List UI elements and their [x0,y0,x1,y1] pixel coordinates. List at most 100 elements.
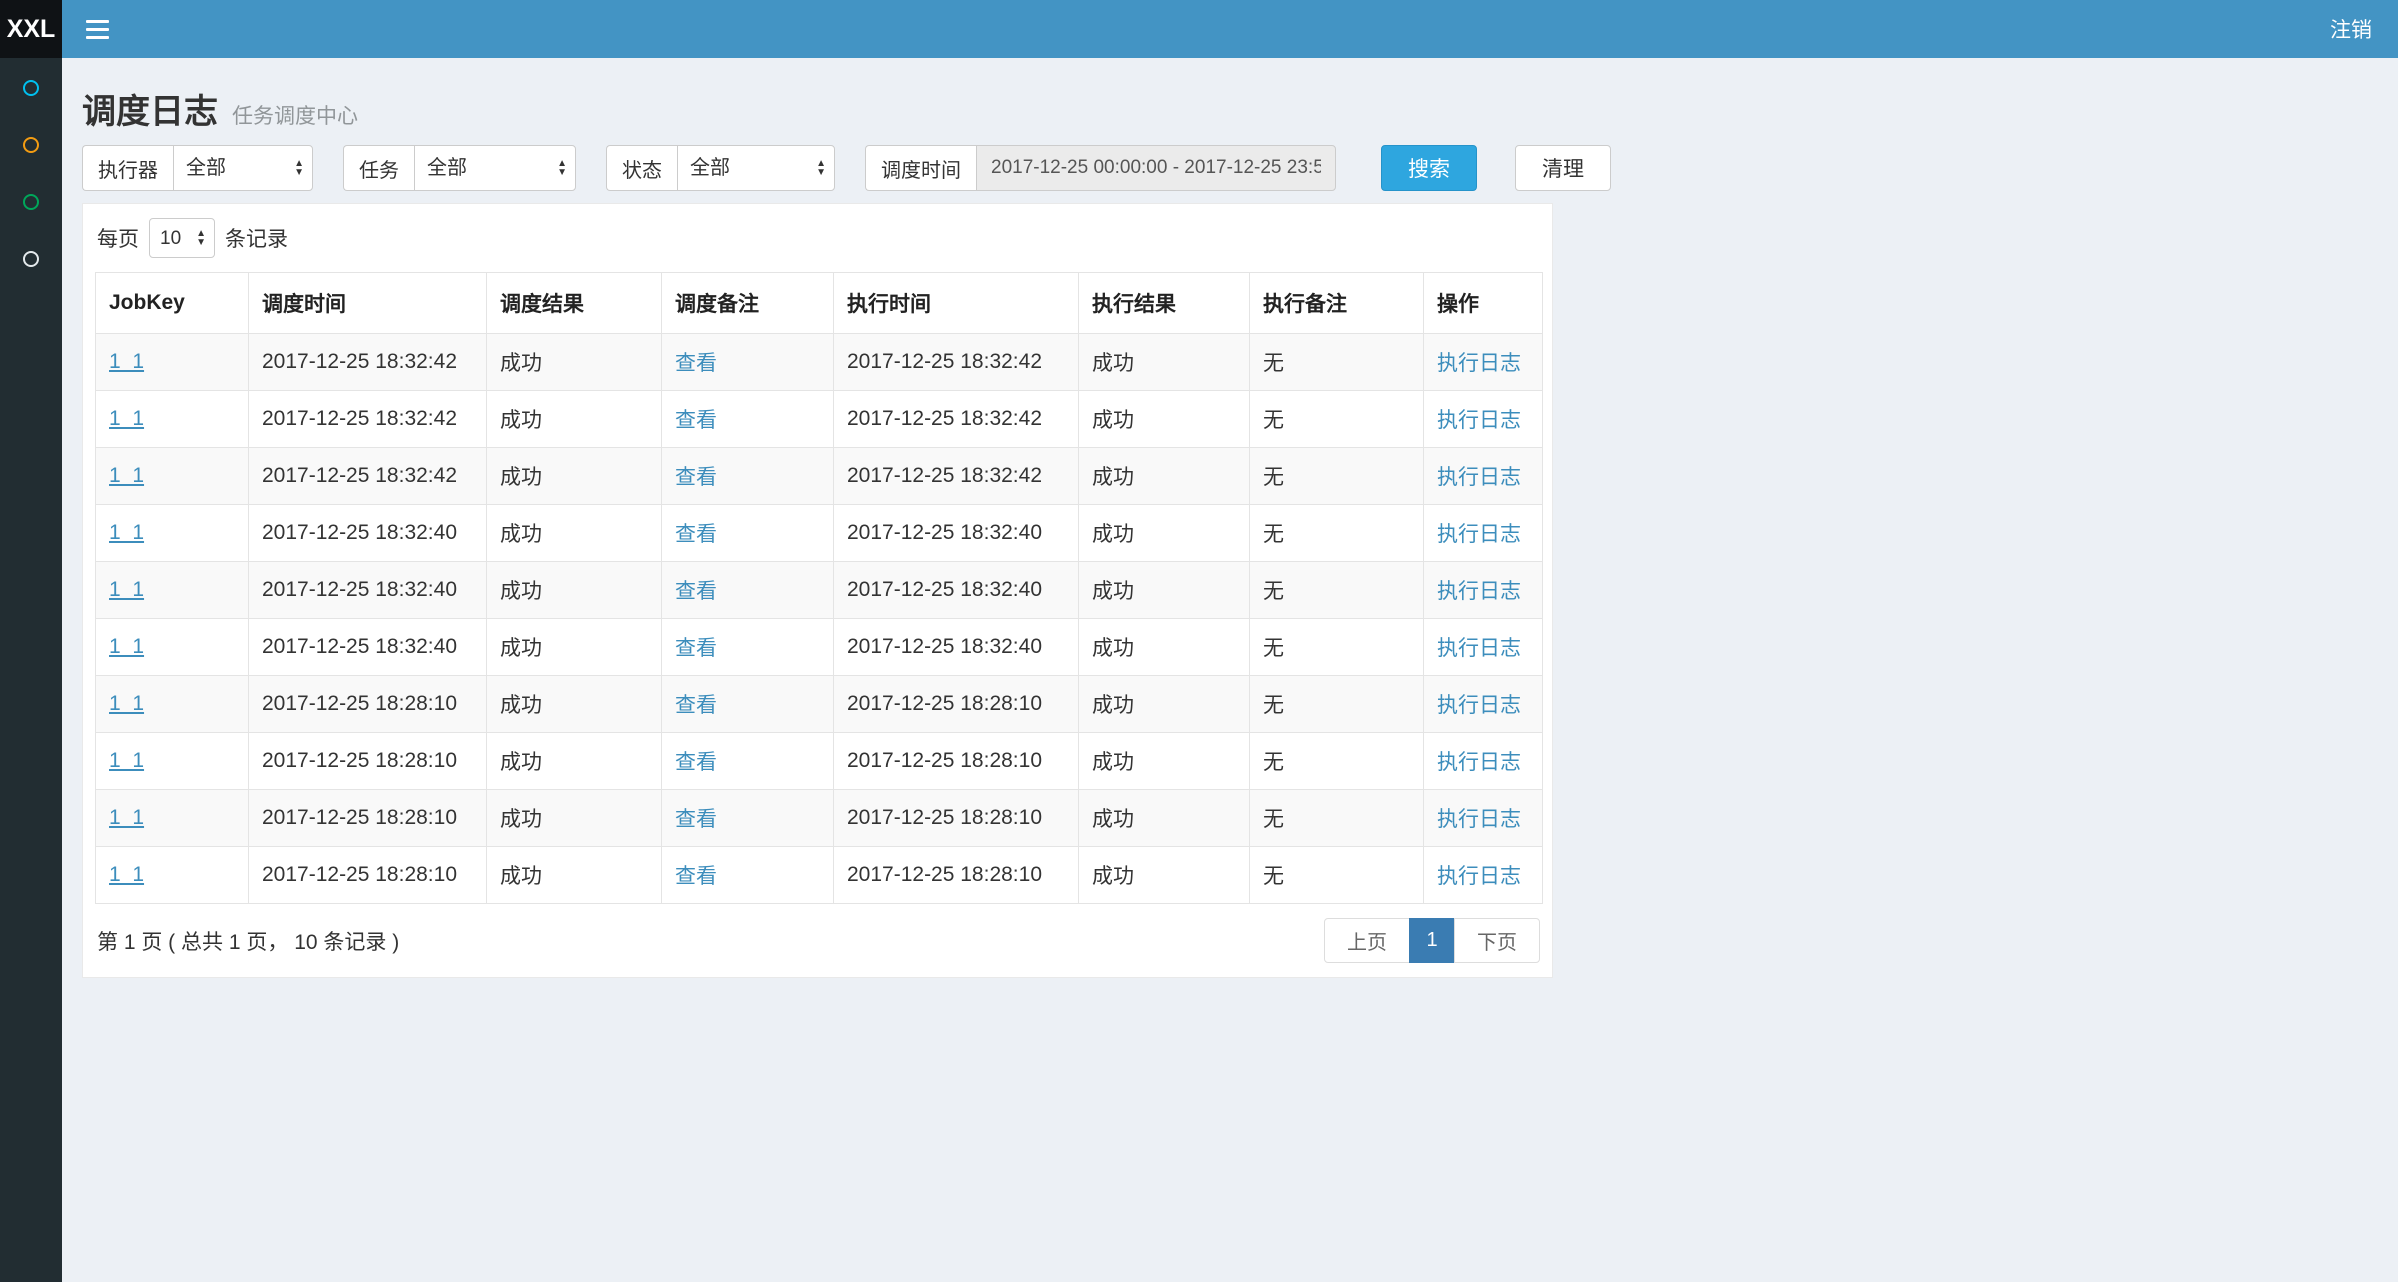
jobkey-link[interactable]: 1_1 [109,863,144,886]
circle-icon [23,80,39,96]
status-select[interactable]: 全部 [677,145,835,191]
col-header-handle-msg: 执行备注 [1250,273,1424,334]
table-row: 1_12017-12-25 18:28:10成功查看2017-12-25 18:… [96,676,1543,733]
trigger-msg-link[interactable]: 查看 [675,580,717,603]
exec-log-link[interactable]: 执行日志 [1437,637,1521,660]
trigger-msg-link-cell: 查看 [662,562,834,619]
handle-result-cell: 成功 [1079,505,1250,562]
pagination: 上页 1 下页 [1324,918,1540,963]
jobkey-link-cell: 1_1 [96,847,249,904]
handle-result-cell: 成功 [1079,448,1250,505]
logout-link[interactable]: 注销 [2304,14,2398,44]
exec-log-link[interactable]: 执行日志 [1437,523,1521,546]
handle-msg-cell: 无 [1250,733,1424,790]
trigger-time-cell: 2017-12-25 18:28:10 [249,733,487,790]
trigger-msg-link[interactable]: 查看 [675,751,717,774]
next-page-button[interactable]: 下页 [1454,918,1540,963]
job-select[interactable]: 全部 [414,145,576,191]
sidebar-item-3[interactable] [0,173,62,230]
jobkey-link[interactable]: 1_1 [109,806,144,829]
trigger-msg-link[interactable]: 查看 [675,637,717,660]
prev-page-button[interactable]: 上页 [1324,918,1410,963]
jobkey-link[interactable]: 1_1 [109,521,144,544]
trigger-result-cell: 成功 [487,562,662,619]
handle-time-cell: 2017-12-25 18:28:10 [834,733,1079,790]
trigger-msg-link-cell: 查看 [662,847,834,904]
current-page-button[interactable]: 1 [1409,918,1455,963]
trigger-msg-link[interactable]: 查看 [675,466,717,489]
app-logo[interactable]: XXL [0,0,62,58]
trigger-msg-link-cell: 查看 [662,733,834,790]
handle-result-cell: 成功 [1079,847,1250,904]
table-row: 1_12017-12-25 18:28:10成功查看2017-12-25 18:… [96,847,1543,904]
page-size-prefix-label: 每页 [97,223,139,253]
jobkey-link-cell: 1_1 [96,733,249,790]
jobkey-link[interactable]: 1_1 [109,407,144,430]
handle-result-cell: 成功 [1079,790,1250,847]
handle-time-cell: 2017-12-25 18:28:10 [834,676,1079,733]
jobkey-link[interactable]: 1_1 [109,464,144,487]
sidebar-item-4[interactable] [0,230,62,287]
clear-button[interactable]: 清理 [1515,145,1611,191]
trigger-time-range-input[interactable] [976,145,1336,191]
executor-select[interactable]: 全部 [173,145,313,191]
sidebar-toggle-button[interactable] [62,0,133,58]
page-size-select[interactable]: 10 [149,218,215,258]
sidebar-item-1[interactable] [0,59,62,116]
handle-msg-cell: 无 [1250,619,1424,676]
executor-filter-group: 执行器 全部 [82,145,313,191]
col-header-trigger-msg: 调度备注 [662,273,834,334]
handle-time-cell: 2017-12-25 18:32:42 [834,334,1079,391]
trigger-msg-link-cell: 查看 [662,790,834,847]
table-row: 1_12017-12-25 18:32:40成功查看2017-12-25 18:… [96,562,1543,619]
exec-log-link[interactable]: 执行日志 [1437,808,1521,831]
exec-log-link[interactable]: 执行日志 [1437,865,1521,888]
col-header-handle-result: 执行结果 [1079,273,1250,334]
exec-log-link[interactable]: 执行日志 [1437,409,1521,432]
jobkey-link[interactable]: 1_1 [109,749,144,772]
jobkey-link-cell: 1_1 [96,676,249,733]
log-table-box: 每页 10 条记录 JobKey 调度时间 [82,203,1553,978]
handle-result-cell: 成功 [1079,334,1250,391]
trigger-time-cell: 2017-12-25 18:32:40 [249,562,487,619]
search-button[interactable]: 搜索 [1381,145,1477,191]
jobkey-link-cell: 1_1 [96,448,249,505]
trigger-msg-link[interactable]: 查看 [675,352,717,375]
handle-msg-cell: 无 [1250,676,1424,733]
exec-log-link-cell: 执行日志 [1424,562,1543,619]
page-size-suffix-label: 条记录 [225,223,288,253]
exec-log-link[interactable]: 执行日志 [1437,466,1521,489]
jobkey-link[interactable]: 1_1 [109,635,144,658]
trigger-msg-link-cell: 查看 [662,334,834,391]
status-filter-label: 状态 [606,145,677,191]
sidebar-item-2[interactable] [0,116,62,173]
col-header-trigger-result: 调度结果 [487,273,662,334]
handle-time-cell: 2017-12-25 18:32:40 [834,505,1079,562]
exec-log-link[interactable]: 执行日志 [1437,751,1521,774]
job-filter-group: 任务 全部 [343,145,576,191]
table-row: 1_12017-12-25 18:32:40成功查看2017-12-25 18:… [96,505,1543,562]
handle-time-cell: 2017-12-25 18:32:40 [834,619,1079,676]
exec-log-link-cell: 执行日志 [1424,619,1543,676]
exec-log-link[interactable]: 执行日志 [1437,580,1521,603]
trigger-msg-link[interactable]: 查看 [675,808,717,831]
jobkey-link[interactable]: 1_1 [109,692,144,715]
exec-log-link[interactable]: 执行日志 [1437,352,1521,375]
status-select-wrap: 全部 [677,145,835,191]
jobkey-link[interactable]: 1_1 [109,350,144,373]
handle-msg-cell: 无 [1250,391,1424,448]
exec-log-link-cell: 执行日志 [1424,448,1543,505]
trigger-msg-link-cell: 查看 [662,391,834,448]
exec-log-link-cell: 执行日志 [1424,733,1543,790]
trigger-msg-link[interactable]: 查看 [675,409,717,432]
table-header-row: JobKey 调度时间 调度结果 调度备注 执行时间 执行结果 执行备注 操作 [96,273,1543,334]
trigger-result-cell: 成功 [487,505,662,562]
trigger-msg-link[interactable]: 查看 [675,865,717,888]
log-table: JobKey 调度时间 调度结果 调度备注 执行时间 执行结果 执行备注 操作 … [95,272,1543,904]
trigger-msg-link[interactable]: 查看 [675,694,717,717]
exec-log-link[interactable]: 执行日志 [1437,694,1521,717]
jobkey-link-cell: 1_1 [96,790,249,847]
jobkey-link[interactable]: 1_1 [109,578,144,601]
trigger-msg-link[interactable]: 查看 [675,523,717,546]
trigger-time-cell: 2017-12-25 18:32:42 [249,334,487,391]
